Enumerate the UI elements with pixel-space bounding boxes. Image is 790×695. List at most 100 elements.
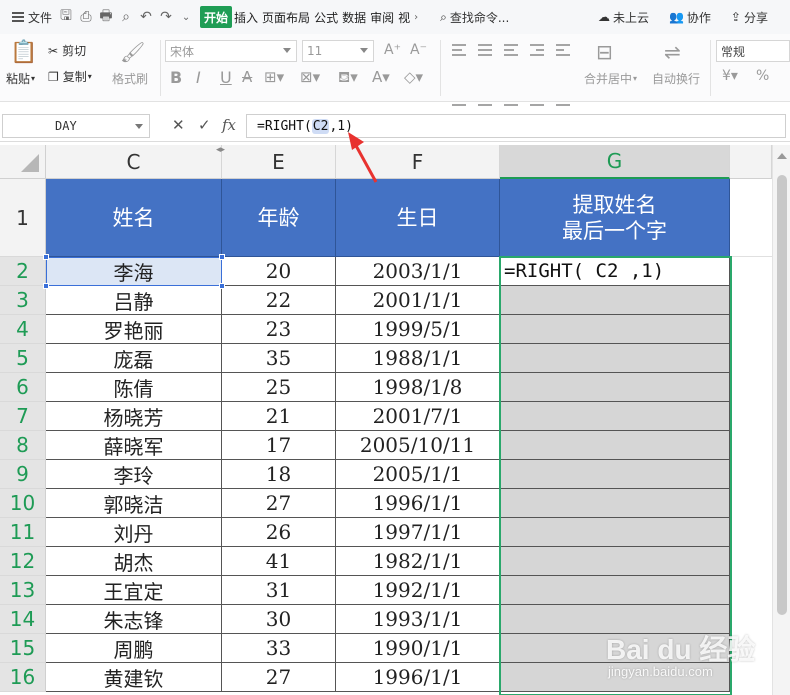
- font-name-select[interactable]: 宋体: [165, 40, 297, 62]
- tab-view[interactable]: 视: [396, 9, 412, 26]
- extract-cell[interactable]: [500, 576, 730, 605]
- birthday-cell[interactable]: 1996/1/1: [336, 663, 500, 692]
- name-box[interactable]: DAY: [2, 114, 150, 138]
- age-cell[interactable]: 26: [222, 518, 336, 547]
- birthday-cell[interactable]: 1997/1/1: [336, 518, 500, 547]
- copy-button[interactable]: ❐ 复制 ▾: [48, 68, 92, 85]
- tabs-more-icon[interactable]: ›: [412, 12, 420, 23]
- tab-page-layout[interactable]: 页面布局: [260, 9, 312, 26]
- age-cell[interactable]: 30: [222, 605, 336, 634]
- birthday-cell[interactable]: 1999/5/1: [336, 315, 500, 344]
- clear-icon[interactable]: ◇▾: [404, 68, 423, 86]
- file-menu[interactable]: 文件: [0, 4, 56, 30]
- age-cell[interactable]: 21: [222, 402, 336, 431]
- tab-data[interactable]: 数据: [340, 9, 368, 26]
- extract-cell[interactable]: [500, 489, 730, 518]
- percent-icon[interactable]: %: [756, 68, 769, 84]
- row-header-13[interactable]: 13: [0, 576, 46, 605]
- font-color-icon[interactable]: A▾: [372, 68, 390, 86]
- age-cell[interactable]: 17: [222, 431, 336, 460]
- age-cell[interactable]: 35: [222, 344, 336, 373]
- outdent-icon[interactable]: [556, 44, 570, 56]
- birthday-cell[interactable]: 2001/1/1: [336, 286, 500, 315]
- row-header-12[interactable]: 12: [0, 547, 46, 576]
- chevron-down-icon[interactable]: ⌄: [176, 6, 196, 28]
- birthday-cell[interactable]: 2005/1/1: [336, 460, 500, 489]
- wrap-text-icon[interactable]: ⇌: [664, 40, 681, 64]
- row-header-7[interactable]: 7: [0, 402, 46, 431]
- age-cell[interactable]: 25: [222, 373, 336, 402]
- strike-icon[interactable]: A: [242, 68, 252, 86]
- align-middle-icon[interactable]: [478, 44, 492, 56]
- row-header-6[interactable]: 6: [0, 373, 46, 402]
- cloud-status-button[interactable]: ☁ 未上云: [594, 4, 653, 30]
- extract-cell[interactable]: [500, 315, 730, 344]
- scroll-thumb[interactable]: [777, 175, 787, 615]
- name-cell[interactable]: 罗艳丽: [46, 315, 222, 344]
- birthday-cell[interactable]: 1982/1/1: [336, 547, 500, 576]
- row-header-15[interactable]: 15: [0, 634, 46, 663]
- name-cell[interactable]: 郭晓洁: [46, 489, 222, 518]
- formula-input[interactable]: =RIGHT(C2,1): [246, 114, 786, 138]
- redo-icon[interactable]: ↷: [156, 6, 176, 28]
- ref-handle-bl[interactable]: [43, 283, 49, 289]
- bold-button[interactable]: B: [170, 68, 182, 87]
- birthday-cell[interactable]: 2001/7/1: [336, 402, 500, 431]
- zoom-preview-icon[interactable]: ⌕: [116, 6, 136, 28]
- name-cell[interactable]: 李玲: [46, 460, 222, 489]
- tab-review[interactable]: 审阅: [368, 9, 396, 26]
- age-cell[interactable]: 20: [222, 257, 336, 286]
- confirm-formula-icon[interactable]: ✓: [198, 116, 211, 134]
- ref-handle-tl[interactable]: [43, 254, 49, 260]
- birthday-cell[interactable]: 1988/1/1: [336, 344, 500, 373]
- underline-button[interactable]: U: [220, 68, 232, 87]
- select-all-corner[interactable]: [0, 145, 46, 179]
- extract-cell[interactable]: [500, 373, 730, 402]
- undo-icon[interactable]: ↶: [136, 6, 156, 28]
- active-formula-cell[interactable]: =RIGHT( C2 ,1): [500, 257, 730, 286]
- font-grow-icon[interactable]: A⁺: [384, 42, 401, 58]
- birthday-cell[interactable]: 1998/1/8: [336, 373, 500, 402]
- column-header-c[interactable]: C: [46, 145, 222, 179]
- hidden-column-marker[interactable]: ◂▸: [216, 145, 225, 155]
- age-cell[interactable]: 23: [222, 315, 336, 344]
- age-cell[interactable]: 41: [222, 547, 336, 576]
- header-cell-age[interactable]: 年龄: [222, 179, 336, 257]
- row-header-2[interactable]: 2: [0, 257, 46, 286]
- indent-icon[interactable]: [530, 44, 544, 56]
- scroll-up-icon[interactable]: [777, 153, 787, 159]
- column-header-e[interactable]: E: [222, 145, 336, 179]
- fill-color-icon[interactable]: ⛾▾: [338, 68, 358, 88]
- extract-cell[interactable]: [500, 286, 730, 315]
- row-header-10[interactable]: 10: [0, 489, 46, 518]
- vertical-scrollbar[interactable]: [772, 145, 790, 695]
- extract-cell[interactable]: [500, 431, 730, 460]
- paste-button[interactable]: 粘贴 ▾: [6, 70, 35, 87]
- name-cell[interactable]: 周鹏: [46, 634, 222, 663]
- name-cell[interactable]: 庞磊: [46, 344, 222, 373]
- age-cell[interactable]: 27: [222, 489, 336, 518]
- print-icon[interactable]: 🖶: [96, 6, 116, 28]
- name-cell[interactable]: 李海: [46, 257, 222, 286]
- name-cell[interactable]: 杨晓芳: [46, 402, 222, 431]
- header-cell-name[interactable]: 姓名: [46, 179, 222, 257]
- ref-handle-br[interactable]: [219, 283, 225, 289]
- row-header-5[interactable]: 5: [0, 344, 46, 373]
- print-preview-icon[interactable]: ⎙: [76, 6, 96, 28]
- header-cell-birthday[interactable]: 生日: [336, 179, 500, 257]
- birthday-cell[interactable]: 1990/1/1: [336, 634, 500, 663]
- collab-button[interactable]: 👥 协作: [665, 4, 715, 30]
- name-cell[interactable]: 朱志锋: [46, 605, 222, 634]
- name-cell[interactable]: 黄建钦: [46, 663, 222, 692]
- tab-insert[interactable]: 插入: [232, 9, 260, 26]
- age-cell[interactable]: 22: [222, 286, 336, 315]
- command-search[interactable]: ⌕ 查找命令...: [436, 4, 513, 30]
- format-painter-button[interactable]: 格式刷: [112, 70, 148, 87]
- merge-cells-icon[interactable]: ⊠▾: [300, 68, 320, 86]
- paste-icon[interactable]: 📋: [10, 40, 37, 65]
- name-cell[interactable]: 吕静: [46, 286, 222, 315]
- row-header-8[interactable]: 8: [0, 431, 46, 460]
- name-cell[interactable]: 胡杰: [46, 547, 222, 576]
- row-header-1[interactable]: 1: [0, 179, 46, 257]
- save-icon[interactable]: 🖫: [56, 6, 76, 28]
